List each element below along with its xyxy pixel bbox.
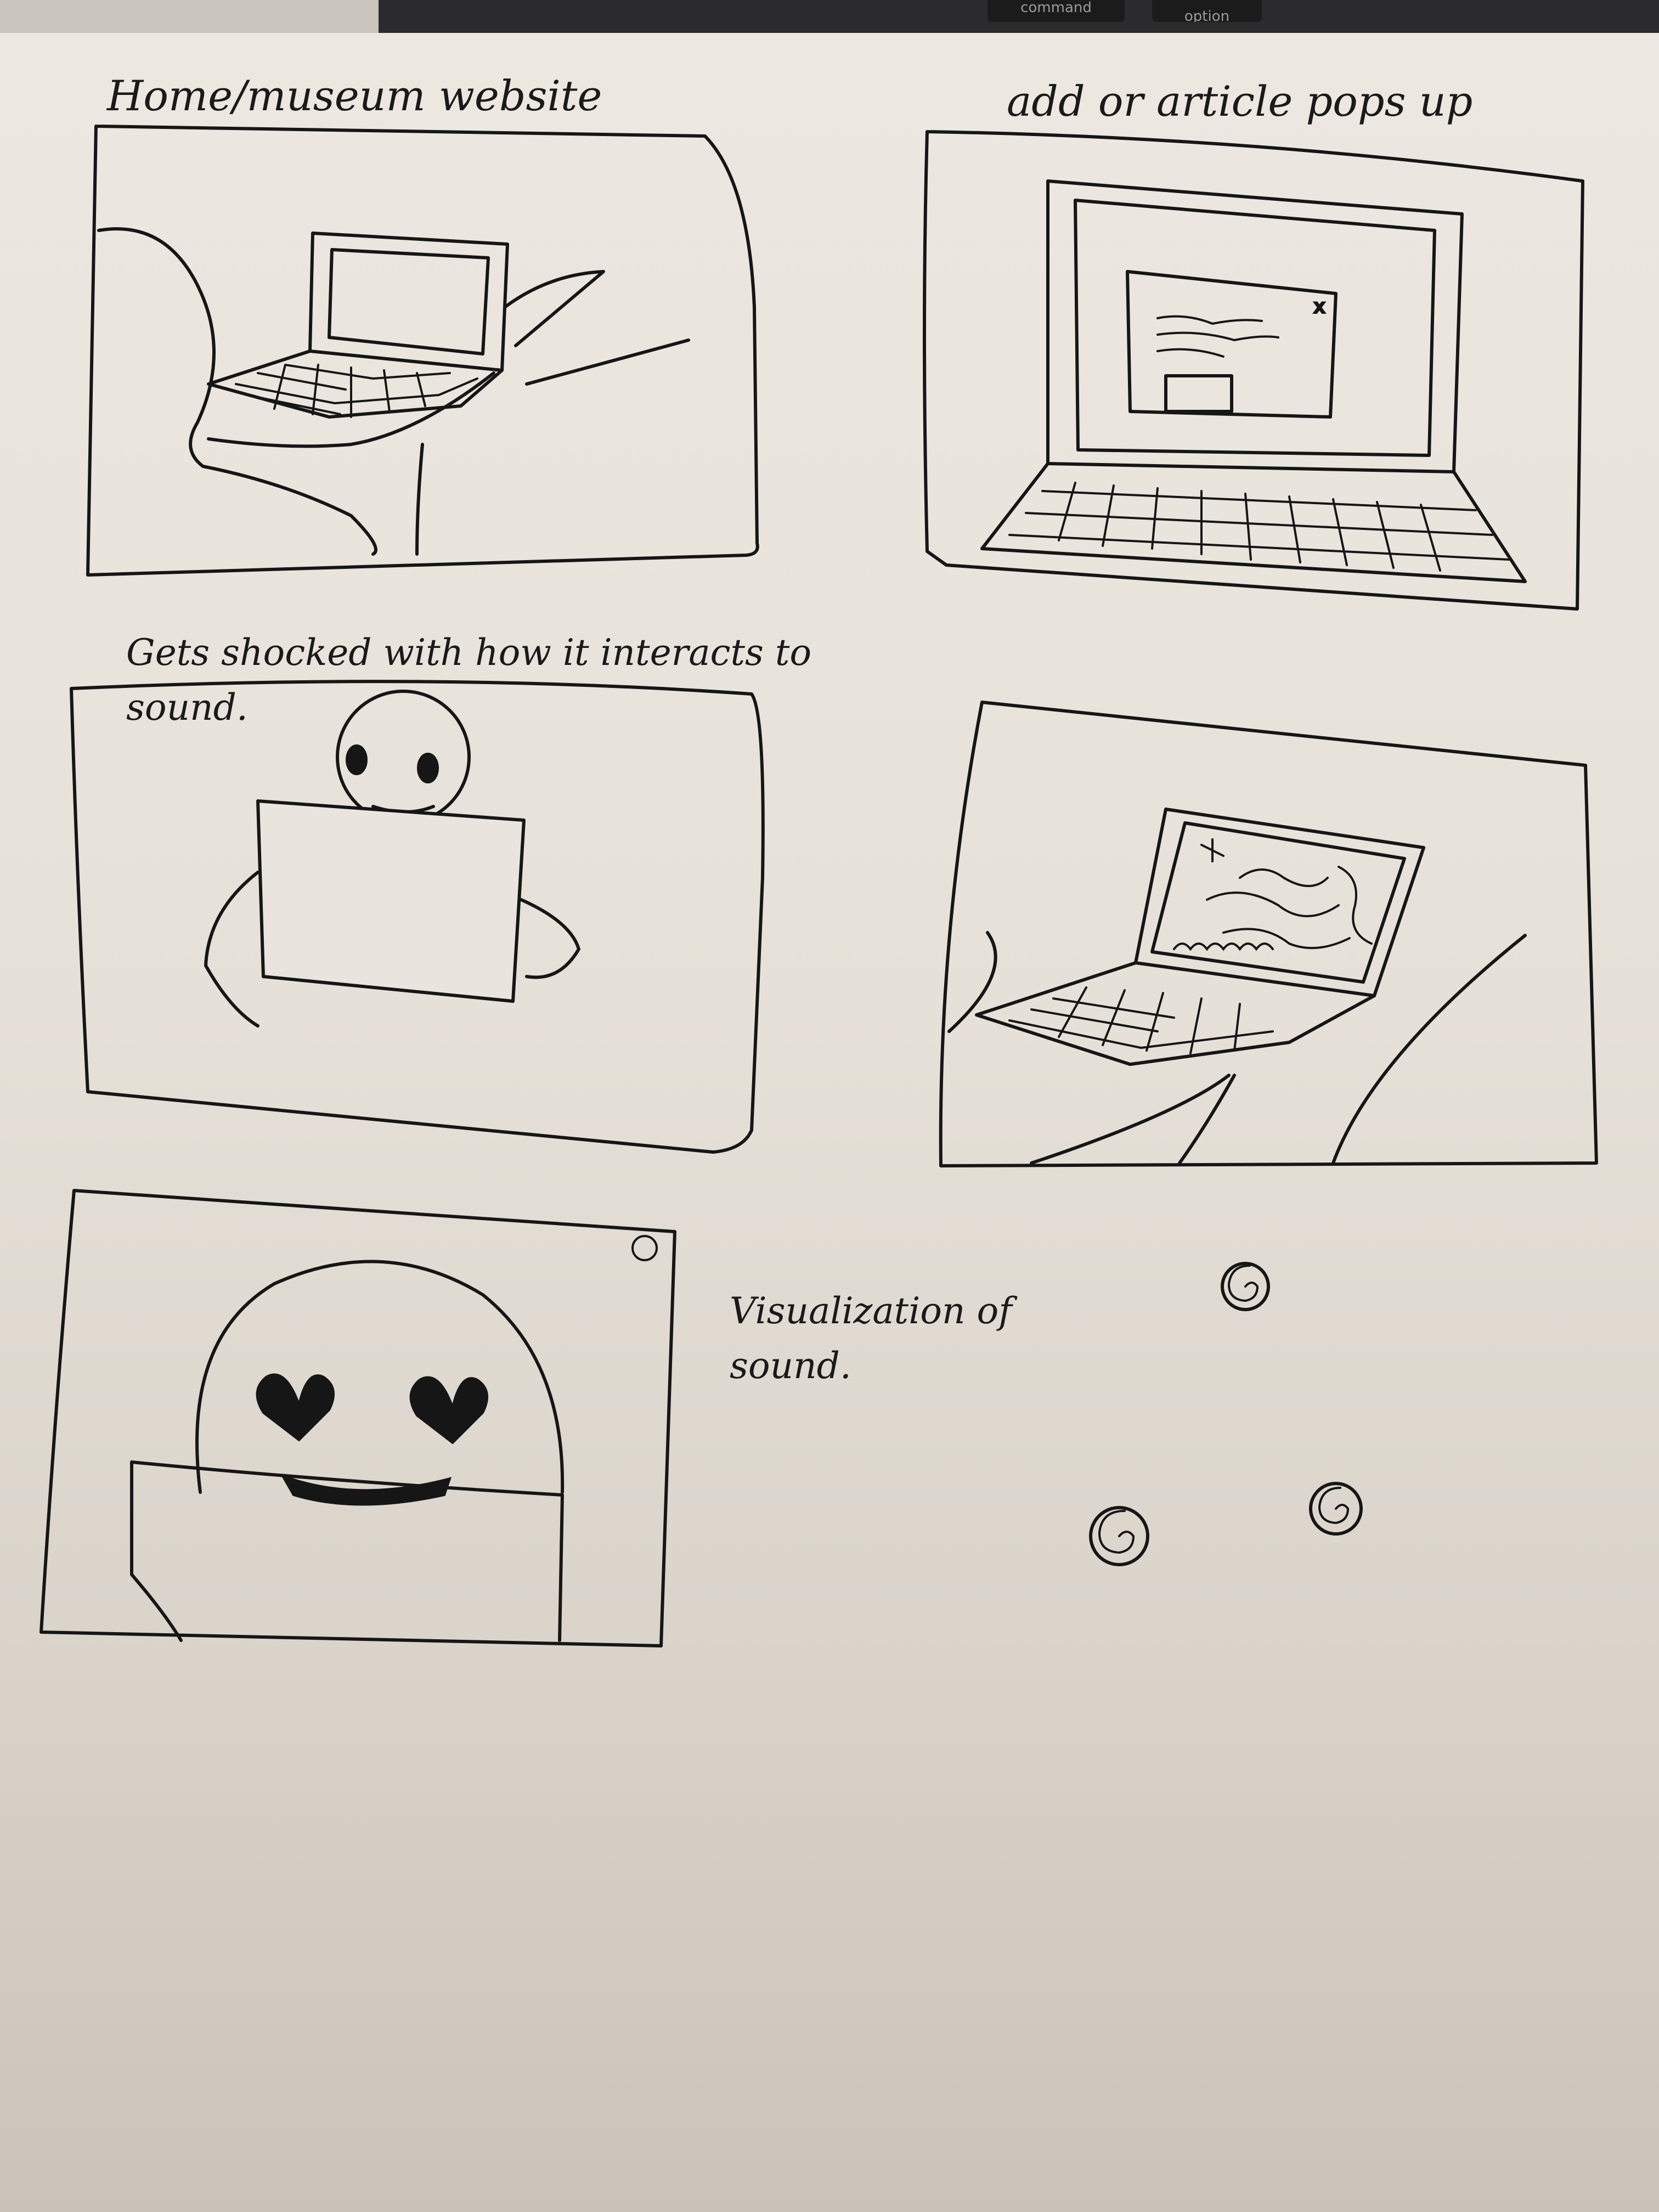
sound-swirl-2-icon (1089, 1506, 1149, 1566)
corner-flower-icon (631, 1235, 658, 1261)
popup-close-icon: x (1314, 296, 1325, 318)
right-eye-icon (417, 753, 439, 783)
photo-scene: command option Home/museum website add o… (0, 0, 1659, 2212)
sound-swirl-1-icon (1221, 1262, 1270, 1311)
panel-1-laptop-on-bed (86, 125, 759, 577)
panel-3-person-laptop (70, 680, 765, 1154)
left-eye-icon (346, 744, 368, 775)
smile-mouth-icon (280, 1474, 452, 1506)
panel-2-laptop-popup: x (923, 130, 1584, 611)
panel-5-heart-eyes-face (40, 1189, 676, 1647)
sound-swirl-3-icon (1309, 1482, 1363, 1536)
panel-4-laptop-sound (939, 701, 1598, 1167)
right-heart-eye-icon (409, 1376, 488, 1444)
sketch-drawings: x (40, 125, 1598, 1647)
left-heart-eye-icon (256, 1373, 335, 1442)
